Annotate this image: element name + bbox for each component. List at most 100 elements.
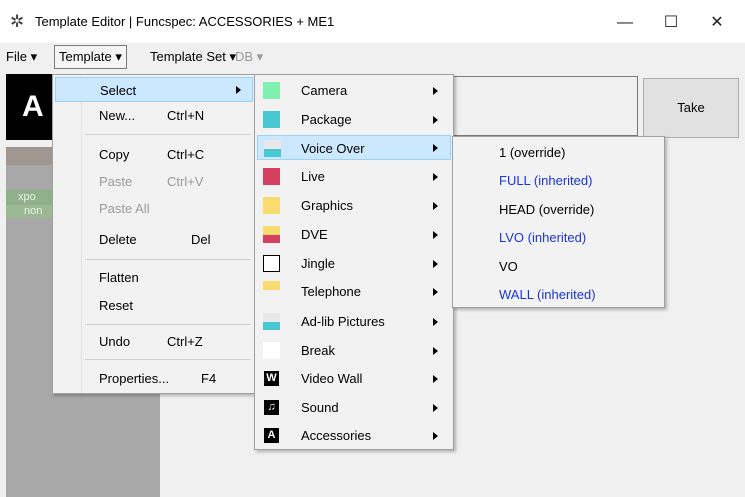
submenu-item-label: DVE [301,227,328,242]
submenu-item-label: Ad-lib Pictures [301,314,385,329]
submenu-arrow-icon [433,347,438,355]
camera-color-icon [263,82,280,99]
template-menu: Select New... Ctrl+N Copy Ctrl+C Paste C… [52,74,256,394]
submenu-item-label: Break [301,343,335,358]
menu-separator [85,259,251,260]
submenu-arrow-icon [433,116,438,124]
submenu-item-package[interactable]: Package [257,107,451,132]
menu-item-flatten[interactable]: Flatten [55,265,253,290]
menu-item-shortcut: Ctrl+N [167,108,205,123]
submenu-item-label: Sound [301,400,339,415]
title-top-edge [0,0,745,3]
dve-color-icon [263,226,280,243]
submenu-item-ad-lib-pictures[interactable]: Ad-lib Pictures [257,309,451,334]
chevron-down-icon: ▾ [111,49,122,64]
menu-file[interactable]: File ▾ [2,46,41,68]
submenu-item-telephone[interactable]: Telephone [257,279,451,304]
submenu-item-jingle[interactable]: Jingle [257,251,451,276]
menu-item-reset[interactable]: Reset [55,293,253,318]
submenu-item-live[interactable]: Live [257,164,451,189]
menu-item-paste[interactable]: Paste Ctrl+V [55,169,253,194]
submenu-arrow-icon [236,86,241,94]
menu-template[interactable]: Template ▾ [54,45,127,69]
preview-frame [450,76,638,136]
take-button[interactable]: Take [643,78,739,138]
submenu-item-label: Voice Over [301,141,365,156]
submenu-item-camera[interactable]: Camera [257,78,451,103]
submenu-item-label: Video Wall [301,371,363,386]
menu-item-properties[interactable]: Properties... F4 [55,366,253,391]
menu-template-set-label: Template Set [150,49,226,64]
menu-item-shortcut: Ctrl+C [167,147,205,162]
submenu-item-label: Jingle [301,256,335,271]
submenu-item-label: Package [301,112,352,127]
menu-template-label: Template [59,49,112,64]
submenu-item-break[interactable]: Break [257,338,451,363]
menu-item-delete[interactable]: Delete Del [55,227,253,252]
menu-item-label: Delete [99,232,137,247]
submenu-item-label: Graphics [301,198,354,213]
submenu-item-sound[interactable]: ♫ Sound [257,395,451,420]
submenu-arrow-icon [433,318,438,326]
submenu-item-video-wall[interactable]: W Video Wall [257,366,451,391]
graphics-color-icon [263,197,280,214]
menu-item-paste-all[interactable]: Paste All [55,196,253,221]
menu-template-set[interactable]: Template Set ▾ [146,46,240,68]
menu-item-copy[interactable]: Copy Ctrl+C [55,142,253,167]
voice-over-item[interactable]: VO [499,254,518,279]
voice-over-submenu: 1 (override) FULL (inherited) HEAD (over… [452,136,665,308]
submenu-arrow-icon [433,432,438,440]
menu-item-new[interactable]: New... Ctrl+N [55,103,253,128]
menu-item-label: Flatten [99,270,139,285]
menu-separator [85,134,251,135]
submenu-item-label: Accessories [301,428,372,443]
submenu-item-voice-over[interactable]: Voice Over [257,135,451,160]
row-label: xpo [6,190,54,205]
voice-over-item[interactable]: HEAD (override) [499,197,594,222]
menu-separator [85,359,251,360]
voice-over-item[interactable]: 1 (override) [499,140,565,165]
row-label: non [6,205,54,218]
submenu-arrow-icon [433,173,438,181]
menu-item-label: Undo [99,334,131,349]
menu-item-shortcut: Ctrl+V [167,174,204,189]
live-color-icon [263,168,280,185]
package-color-icon [263,111,280,128]
submenu-item-accessories[interactable]: A Accessories [257,423,451,448]
maximize-button[interactable]: ☐ [648,7,694,39]
menu-db[interactable]: DB ▾ [231,46,267,68]
music-note-icon: ♫ [264,400,279,415]
voice-over-item[interactable]: FULL (inherited) [499,168,592,193]
chevron-down-icon: ▾ [26,49,38,64]
menu-item-label: Paste [99,174,133,189]
jingle-color-icon [263,255,280,272]
submenu-item-label: Camera [301,83,348,98]
voice-over-item[interactable]: WALL (inherited) [499,282,596,307]
menu-item-shortcut: F4 [201,371,217,386]
menu-item-select[interactable]: Select [55,77,253,102]
accessories-icon: A [264,428,279,443]
submenu-item-dve[interactable]: DVE [257,222,451,247]
preview-tile[interactable]: A [6,74,58,140]
window-title: Template Editor | Funcspec: ACCESSORIES … [35,14,335,29]
menu-item-label: New... [99,108,136,123]
submenu-arrow-icon [433,288,438,296]
telephone-color-icon [263,281,280,298]
ad-lib-pictures-color-icon [263,313,280,330]
voice-over-color-icon [264,140,281,157]
select-submenu: Camera Package Voice Over Live Graphics … [254,74,454,450]
voice-over-item[interactable]: LVO (inherited) [499,225,586,250]
close-button[interactable]: ✕ [694,7,740,39]
submenu-arrow-icon [433,231,438,239]
app-icon: ✲ [10,12,25,31]
submenu-item-label: Live [301,169,325,184]
menu-item-undo[interactable]: Undo Ctrl+Z [55,329,253,354]
minimize-button[interactable]: — [602,7,648,39]
submenu-arrow-icon [433,375,438,383]
menu-file-label: File [6,49,27,64]
submenu-item-graphics[interactable]: Graphics [257,193,451,218]
submenu-arrow-icon [433,144,438,152]
menu-item-shortcut: Del [191,232,211,247]
menu-separator [85,324,251,325]
submenu-arrow-icon [433,260,438,268]
